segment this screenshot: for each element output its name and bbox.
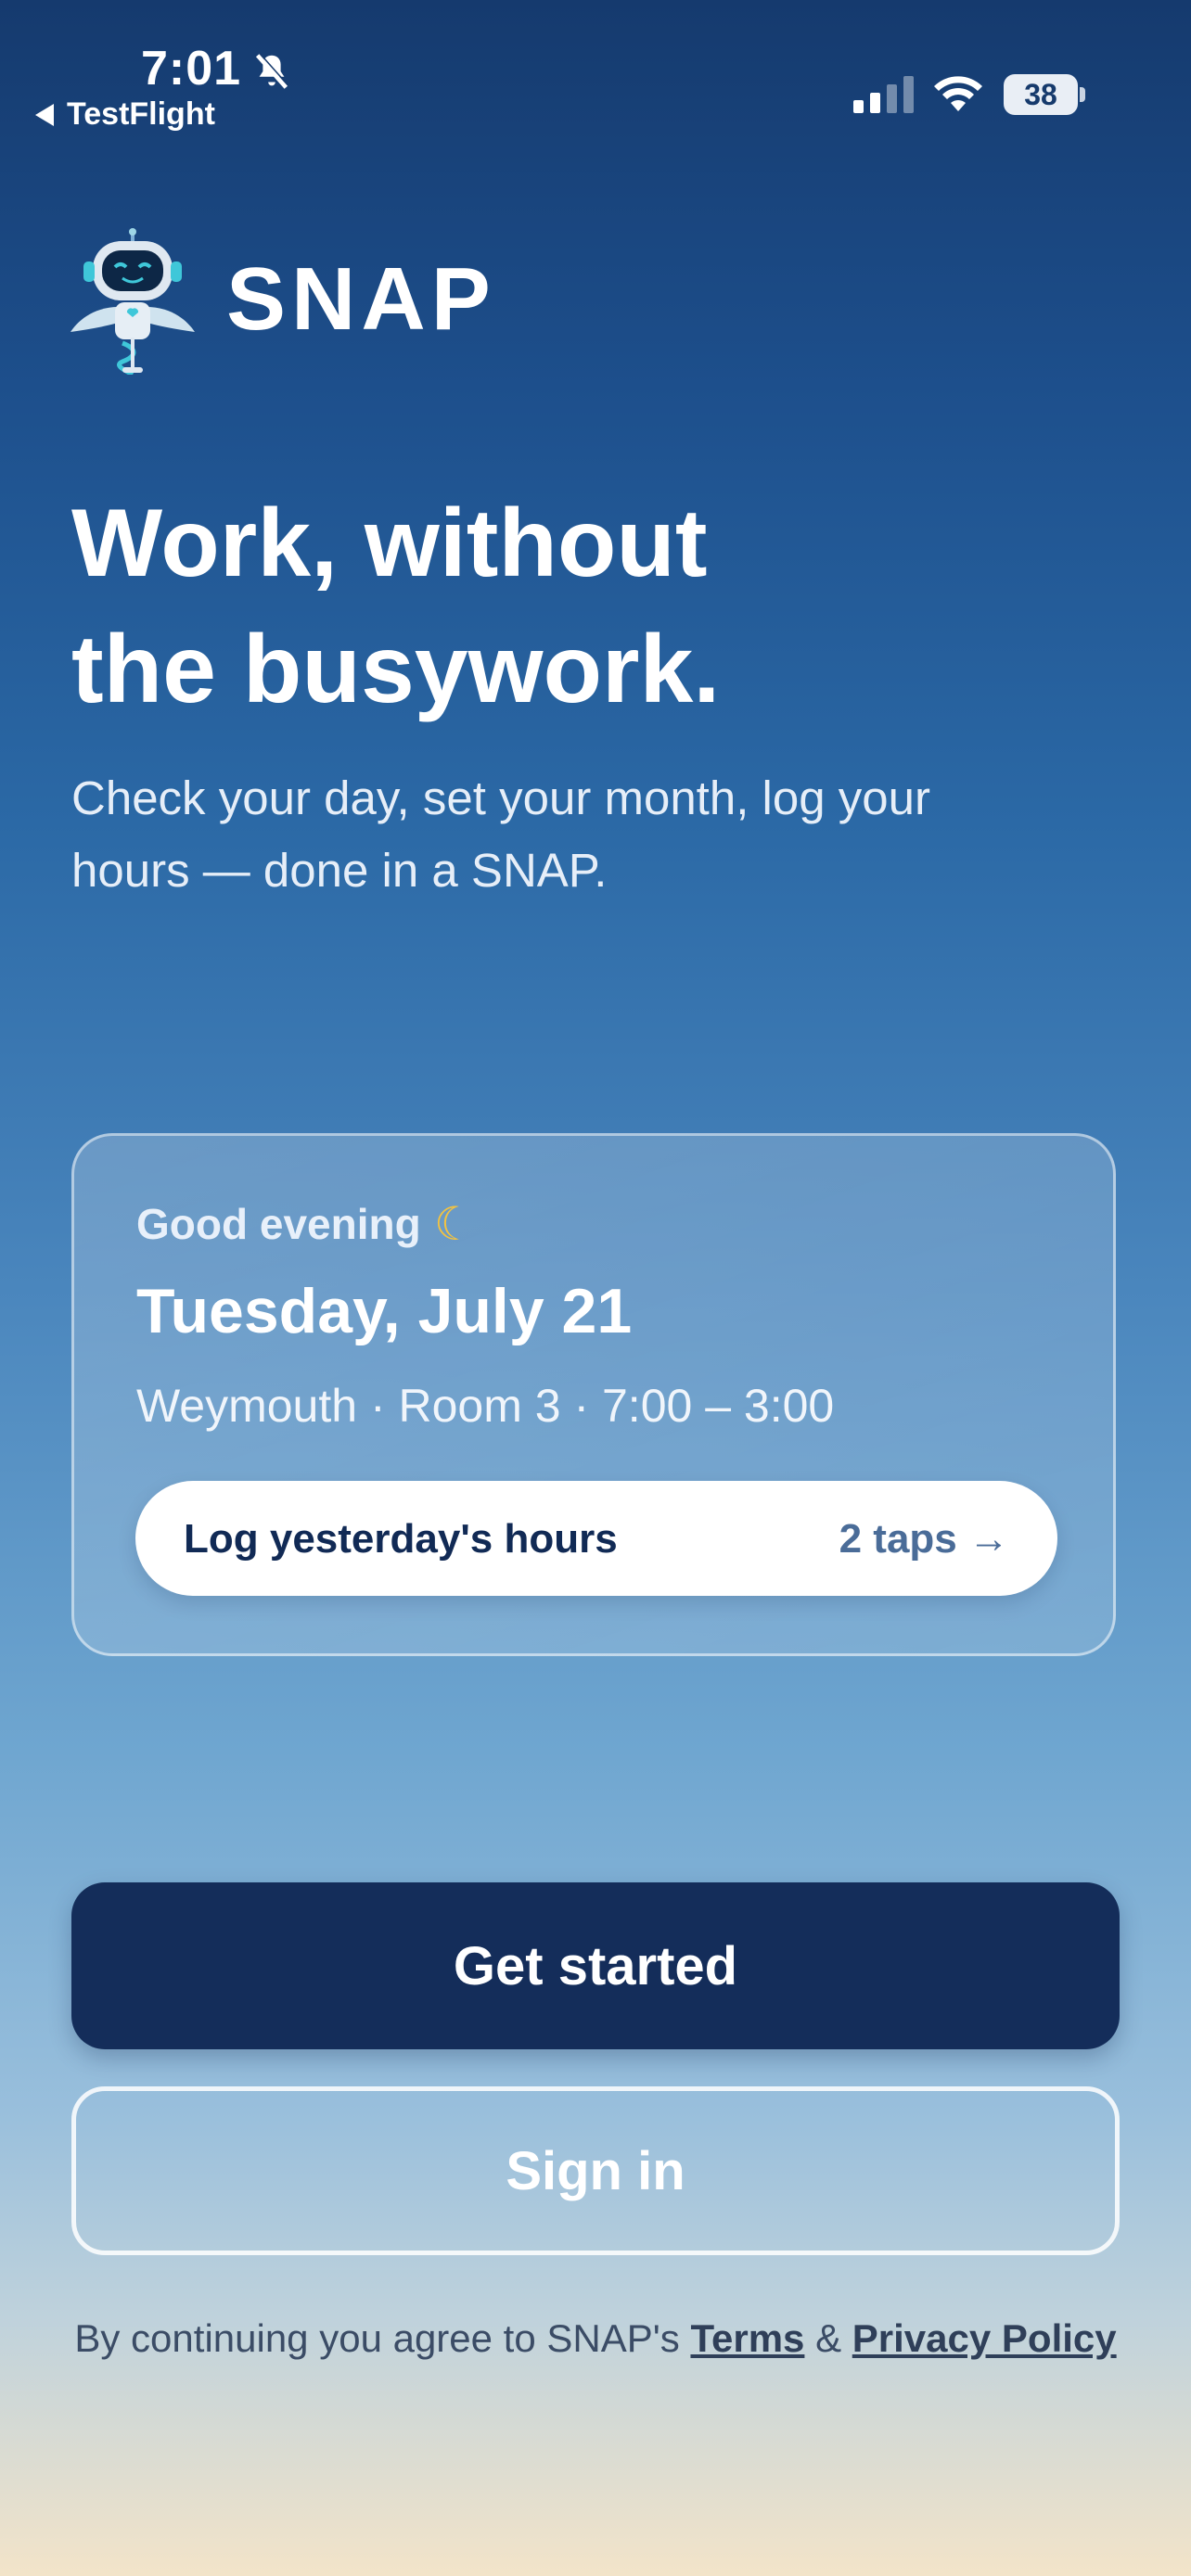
cellular-signal-icon: [853, 76, 914, 113]
get-started-button[interactable]: Get started: [71, 1882, 1120, 2049]
headline: Work, without the busywork.: [71, 480, 1092, 733]
back-to-testflight[interactable]: TestFlight: [35, 96, 215, 133]
shift-details: Weymouth · Room 3 · 7:00 – 3:00: [136, 1380, 835, 1432]
day-preview-card: Good evening ☾ Tuesday, July 21 Weymouth…: [71, 1133, 1116, 1656]
greeting-text: Good evening: [136, 1200, 421, 1248]
legal-prefix: By continuing you agree to SNAP's: [74, 2316, 680, 2360]
log-yesterday-hours-button[interactable]: Log yesterday's hours 2 taps →: [135, 1481, 1057, 1596]
legal-and: &: [815, 2316, 842, 2360]
log-button-label: Log yesterday's hours: [184, 1516, 618, 1562]
sign-in-button[interactable]: Sign in: [71, 2086, 1120, 2255]
back-app-label: TestFlight: [67, 96, 215, 132]
back-arrow-icon: [35, 103, 54, 126]
greeting: Good evening ☾: [136, 1197, 476, 1251]
robot-logo-icon: [70, 228, 195, 375]
crescent-moon-icon: ☾: [433, 1198, 476, 1250]
terms-link[interactable]: Terms: [690, 2316, 804, 2360]
battery-indicator: 38: [1004, 74, 1085, 115]
battery-level: 38: [1004, 74, 1078, 115]
log-button-hint: 2 taps →: [839, 1516, 1009, 1562]
subtitle: Check your day, set your month, log your…: [71, 772, 930, 897]
status-time: 7:01: [141, 42, 242, 96]
brand-name: SNAP: [226, 249, 496, 349]
wifi-icon: [934, 76, 982, 111]
date-heading: Tuesday, July 21: [136, 1276, 633, 1346]
headline-line-2: the busywork.: [71, 616, 721, 723]
bell-off-icon: [255, 52, 289, 89]
headline-line-1: Work, without: [71, 490, 708, 597]
privacy-policy-link[interactable]: Privacy Policy: [852, 2316, 1117, 2360]
legal-notice: By continuing you agree to SNAP's Terms …: [71, 2309, 1120, 2368]
